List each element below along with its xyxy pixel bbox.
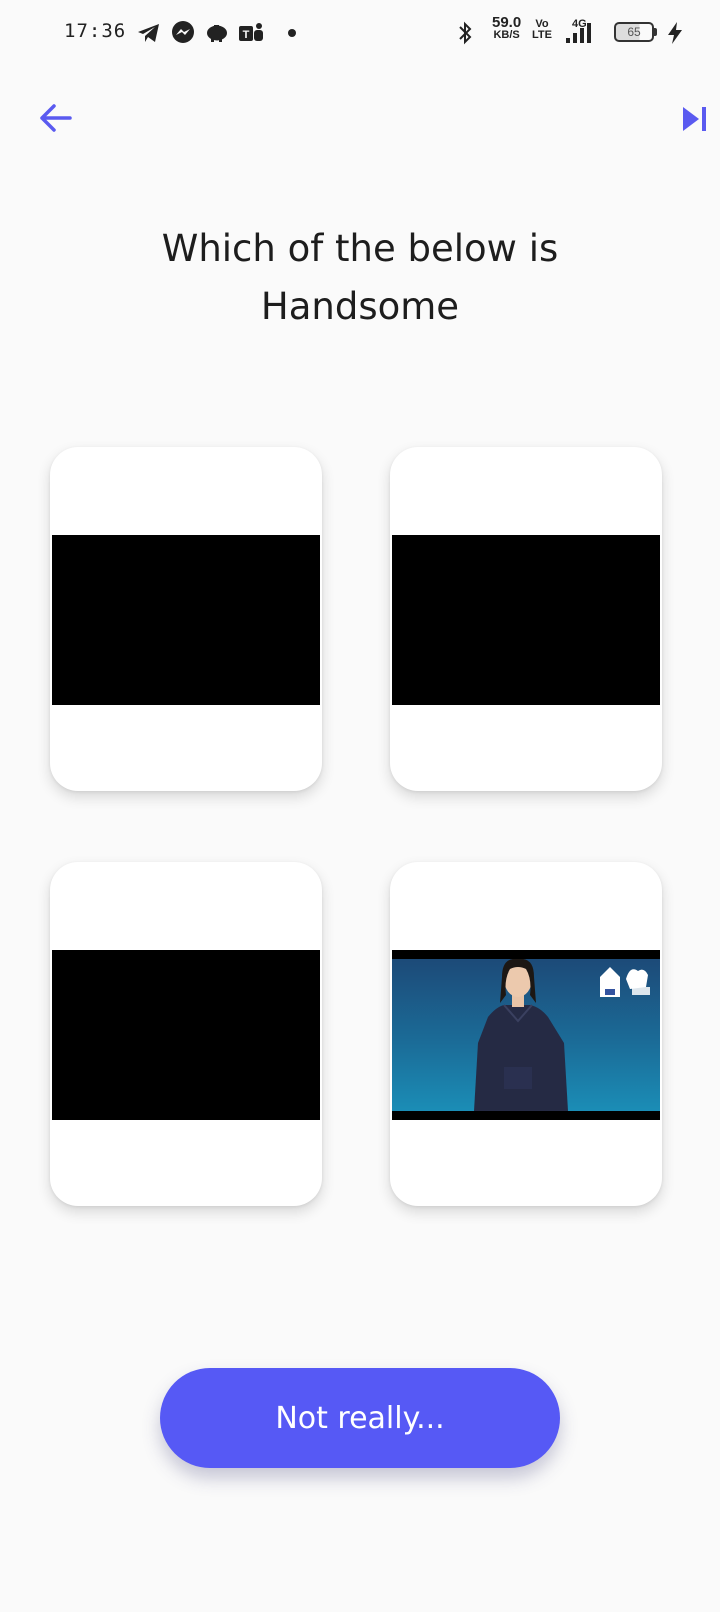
option-card-3[interactable]: [50, 862, 322, 1206]
piggy-bank-icon: [207, 25, 227, 42]
skip-button[interactable]: [680, 104, 710, 134]
sign-language-presenter: [474, 959, 650, 1111]
notification-dot: [288, 29, 296, 37]
network-speed-unit: KB/S: [493, 29, 520, 41]
bluetooth-icon: [459, 21, 472, 45]
status-time: 17:36: [64, 20, 127, 42]
video-frame: [392, 959, 660, 1111]
option-video-2[interactable]: [392, 535, 660, 705]
arrow-left-icon: [40, 104, 72, 132]
messenger-icon: [172, 21, 194, 43]
signal-icon: [566, 23, 591, 43]
option-video-3[interactable]: [52, 950, 320, 1120]
option-card-2[interactable]: [390, 447, 662, 791]
telegram-icon: [138, 24, 159, 42]
battery-indicator: 65: [614, 22, 657, 42]
charging-icon: [668, 22, 682, 44]
quiz-screen: 17:36 T 59.0 KB/S Vo LTE 4G 65 Which of …: [0, 0, 720, 1612]
volte-bottom: LTE: [532, 29, 552, 41]
skip-next-icon: [683, 107, 706, 131]
volte-indicator: Vo LTE: [532, 19, 552, 41]
back-button[interactable]: [36, 98, 76, 138]
option-video-4[interactable]: [392, 950, 660, 1120]
status-bar: 17:36 T 59.0 KB/S Vo LTE 4G 65: [0, 0, 720, 66]
option-card-1[interactable]: [50, 447, 322, 791]
teams-icon: T: [239, 23, 263, 41]
question-title: Which of the below is Handsome: [161, 227, 559, 328]
svg-text:T: T: [243, 29, 250, 41]
network-speed: 59.0 KB/S: [492, 14, 522, 41]
option-video-1[interactable]: [52, 535, 320, 705]
network-speed-value: 59.0: [492, 14, 522, 31]
option-card-4[interactable]: [390, 862, 662, 1206]
not-really-button[interactable]: Not really...: [160, 1368, 560, 1468]
